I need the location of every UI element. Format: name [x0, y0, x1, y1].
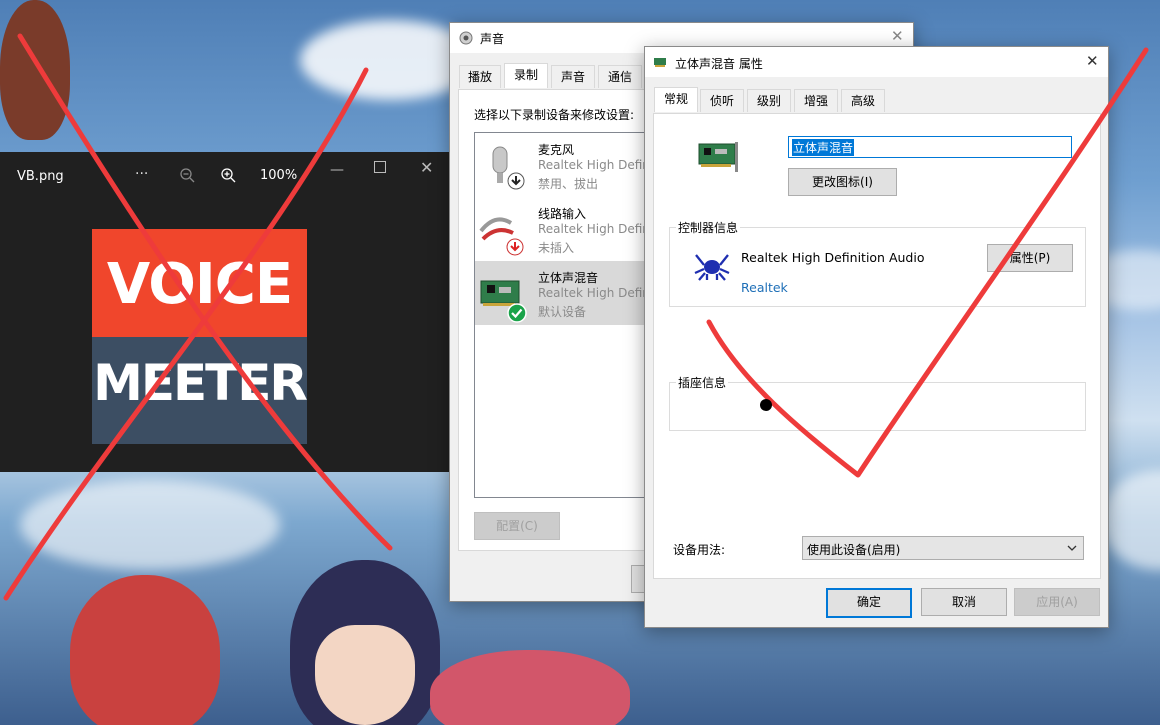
apply-button[interactable]: 应用(A) — [1014, 588, 1100, 616]
zoom-in-icon[interactable] — [221, 168, 237, 184]
more-icon[interactable]: ··· — [135, 166, 148, 182]
wallpaper-character — [0, 0, 70, 140]
properties-titlebar: 立体声混音 属性 ✕ — [645, 47, 1108, 77]
device-status: 默认设备 — [538, 305, 587, 319]
tab-recording[interactable]: 录制 — [504, 63, 548, 88]
device-driver: Realtek High Defin — [538, 158, 650, 172]
change-icon-button[interactable]: 更改图标(I) — [788, 168, 897, 196]
maximize-icon[interactable] — [374, 161, 386, 173]
device-name: 麦克风 — [538, 143, 575, 157]
jack-info-group: 插座信息 — [669, 374, 1086, 431]
tab-general[interactable]: 常规 — [654, 87, 698, 112]
tab-listen[interactable]: 侦听 — [700, 89, 744, 112]
device-item-stereo-mix[interactable]: 立体声混音 Realtek High Defin 默认设备 — [475, 261, 655, 325]
voicemeeter-image: VOICE MEETER — [92, 229, 308, 444]
wallpaper-character — [70, 575, 220, 725]
close-icon[interactable]: ✕ — [420, 158, 433, 177]
device-name: 立体声混音 — [538, 271, 599, 285]
logo-text-bottom: MEETER — [92, 337, 308, 444]
cancel-button[interactable]: 取消 — [921, 588, 1007, 616]
device-item-microphone[interactable]: 麦克风 Realtek High Defin 禁用、拔出 — [475, 133, 655, 197]
file-name: VB.png — [17, 169, 64, 184]
properties-tabs: 常规 侦听 级别 增强 高级 — [654, 87, 1104, 113]
device-driver: Realtek High Defin — [538, 286, 650, 300]
device-item-line-in[interactable]: 线路输入 Realtek High Defin 未插入 — [475, 197, 655, 261]
controller-group-label: 控制器信息 — [676, 219, 741, 236]
device-usage-dropdown[interactable]: 使用此设备(启用) — [802, 536, 1084, 560]
minimize-icon[interactable]: — — [330, 162, 344, 178]
speaker-icon — [459, 31, 473, 45]
properties-title: 立体声混音 属性 — [675, 57, 763, 71]
chevron-down-icon — [1067, 545, 1077, 551]
device-usage-label: 设备用法: — [673, 543, 726, 557]
tab-playback[interactable]: 播放 — [459, 65, 501, 88]
sound-card-icon — [480, 280, 527, 323]
ok-button[interactable]: 确定 — [826, 588, 912, 618]
sound-card-icon — [654, 58, 666, 67]
device-usage-value: 使用此设备(启用) — [807, 543, 901, 557]
tab-communications[interactable]: 通信 — [598, 65, 642, 88]
logo-text-top: VOICE — [92, 229, 307, 337]
line-in-icon — [479, 217, 524, 256]
controller-group: 控制器信息 Realtek High Definition Audio Real… — [669, 219, 1086, 307]
microphone-icon — [492, 146, 525, 190]
tab-levels[interactable]: 级别 — [747, 89, 791, 112]
properties-dialog: 立体声混音 属性 ✕ 常规 侦听 级别 增强 高级 立体声混音 更改图标(I) … — [644, 46, 1109, 628]
device-name-selection: 立体声混音 — [792, 139, 855, 156]
device-list[interactable]: 麦克风 Realtek High Defin 禁用、拔出 线路输入 Realte… — [474, 132, 656, 498]
controller-properties-button[interactable]: 属性(P) — [987, 244, 1073, 272]
configure-button[interactable]: 配置(C) — [474, 512, 560, 540]
close-icon[interactable]: ✕ — [1086, 52, 1099, 70]
device-driver: Realtek High Defin — [538, 222, 650, 236]
device-name: 线路输入 — [538, 207, 587, 221]
controller-vendor-link[interactable]: Realtek — [741, 280, 788, 295]
wallpaper-face — [315, 625, 415, 725]
sound-card-icon — [698, 142, 738, 172]
zoom-level[interactable]: 100% — [260, 168, 297, 183]
zoom-out-icon[interactable] — [180, 168, 196, 184]
instruction-text: 选择以下录制设备来修改设置: — [474, 108, 635, 122]
wallpaper-cloud — [1100, 470, 1160, 570]
realtek-crab-icon — [694, 254, 730, 281]
tab-advanced[interactable]: 高级 — [841, 89, 885, 112]
general-tab-panel: 立体声混音 更改图标(I) 控制器信息 Realtek High Definit… — [653, 113, 1101, 579]
wallpaper-cloud — [20, 480, 280, 570]
sound-title: 声音 — [480, 32, 505, 46]
photo-viewer-window: VB.png ··· 100% — ✕ VOICE MEETER — [0, 152, 452, 472]
photo-viewer-titlebar: VB.png ··· 100% — ✕ — [0, 152, 452, 196]
device-status: 禁用、拔出 — [538, 177, 599, 191]
tab-sounds[interactable]: 声音 — [551, 65, 595, 88]
tab-enhancements[interactable]: 增强 — [794, 89, 838, 112]
controller-name: Realtek High Definition Audio — [741, 250, 925, 265]
jack-info-label: 插座信息 — [676, 374, 729, 391]
wallpaper-character — [430, 650, 630, 725]
close-icon[interactable]: ✕ — [891, 27, 904, 45]
device-status: 未插入 — [538, 241, 575, 255]
